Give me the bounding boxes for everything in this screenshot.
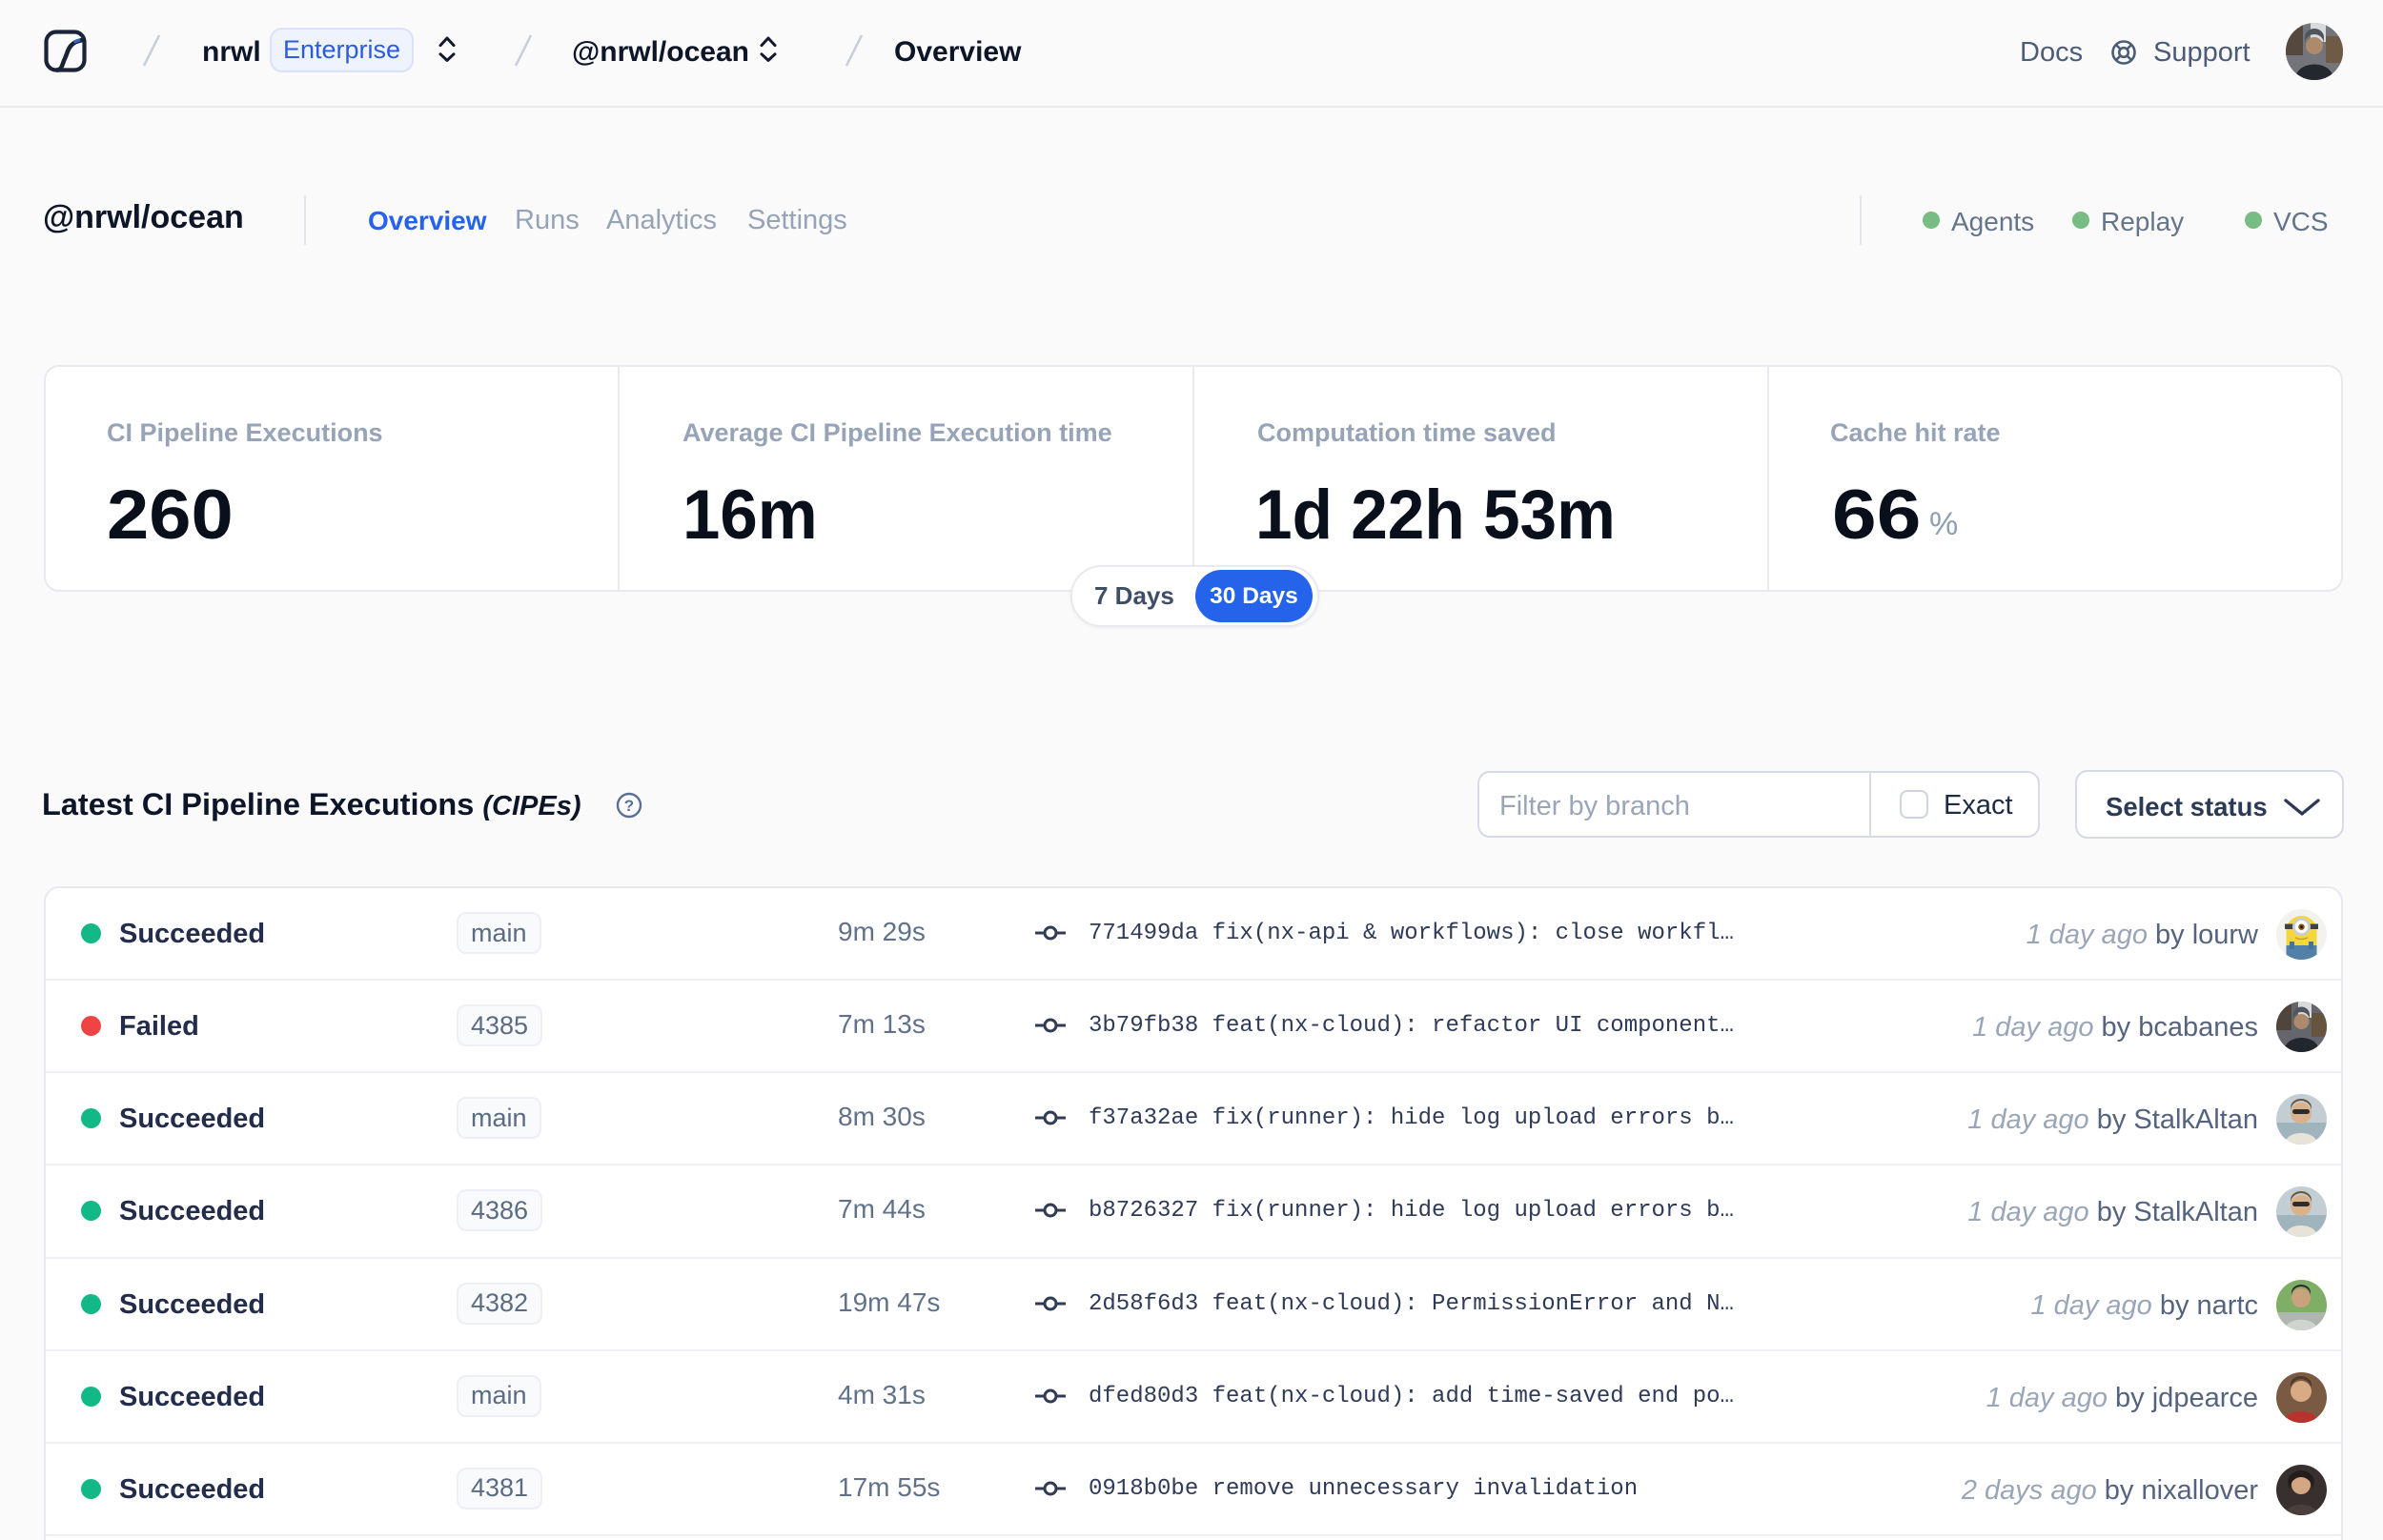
svg-text:?: ? [624, 797, 634, 815]
